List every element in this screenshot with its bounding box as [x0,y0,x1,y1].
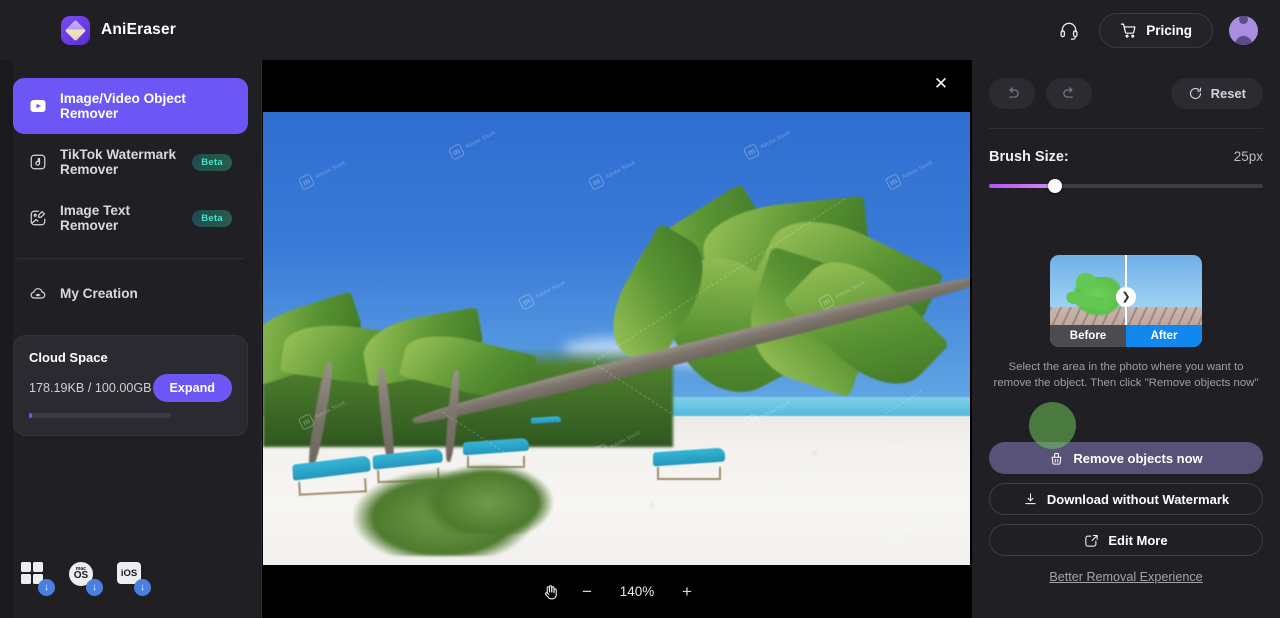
download-badge-icon: ↓ [134,579,151,596]
close-icon[interactable]: ✕ [929,71,953,95]
editor-canvas-area: ✕ m Adobe Stock m Adobe Stock m Adobe St… [262,60,1076,618]
history-controls: Reset [989,78,1263,109]
remove-objects-button[interactable]: Remove objects now [989,442,1263,474]
macos-download-icon[interactable]: mac OS ↓ [69,562,103,596]
before-after-preview[interactable]: Before After ❯ [1050,255,1202,347]
brush-size-slider[interactable] [989,179,1263,193]
cloud-space-usage: 178.19KB / 100.00GB [29,381,152,395]
edit-more-button[interactable]: Edit More [989,524,1263,556]
sidebar-item-image-video-object-remover[interactable]: Image/Video Object Remover [13,78,248,134]
cart-icon [1120,22,1137,39]
pricing-button[interactable]: Pricing [1099,12,1213,48]
brush-size-row: Brush Size: 25px [989,149,1263,165]
brand: AniEraser [61,15,177,45]
download-links: ↓ mac OS ↓ iOS ↓ [13,562,248,618]
top-bar: AniEraser Pricing [0,0,1280,60]
app-body: Image/Video Object Remover TikTok Waterm… [0,60,1280,618]
edit-square-icon [1084,533,1099,548]
beta-badge: Beta [192,153,232,171]
music-note-icon [29,153,47,171]
sidebar-item-label: Image/Video Object Remover [60,91,186,121]
sidebar-divider [17,258,244,259]
zoom-toolbar: − 140% + [262,565,972,618]
preview-before: Before [1050,255,1126,347]
download-badge-icon: ↓ [38,579,55,596]
preview-caption: Select the area in the photo where you w… [993,361,1259,390]
download-badge-icon: ↓ [86,579,103,596]
top-bar-actions: Pricing [1055,12,1258,48]
action-buttons: Remove objects now Download without Wate… [989,442,1263,618]
sidebar-item-label: My Creation [60,285,138,301]
chevron-right-icon[interactable]: ❯ [1116,287,1136,307]
macos-label-big: OS [73,570,89,582]
reset-icon [1188,86,1203,101]
brush-size-value: 25px [1233,149,1263,164]
download-without-watermark-button[interactable]: Download without Watermark [989,483,1263,515]
slider-fill [989,184,1055,188]
preview-before-label: Before [1050,325,1126,347]
zoom-out-button[interactable]: − [582,583,592,600]
eraser-brush-icon [1049,451,1064,466]
edit-more-label: Edit More [1108,532,1168,548]
panel-divider [989,128,1263,129]
beta-badge: Beta [192,209,232,227]
download-icon [1023,492,1038,507]
undo-button[interactable] [989,78,1035,109]
redo-icon [1061,85,1078,102]
cloud-space-progress [29,413,171,418]
sidebar-item-my-creation[interactable]: My Creation [13,265,248,321]
eraser-logo-icon [61,15,90,45]
anieraser-app: AniEraser Pricing Image/Video Object Rem… [0,0,1280,618]
remove-objects-label: Remove objects now [1073,450,1203,466]
expand-button[interactable]: Expand [152,374,232,402]
slider-thumb[interactable] [1047,179,1062,193]
sidebar: Image/Video Object Remover TikTok Waterm… [0,60,262,618]
cloud-space-progress-fill [29,413,32,418]
editing-photo[interactable]: m Adobe Stock m Adobe Stock m Adobe Stoc… [263,112,970,565]
reset-label: Reset [1210,86,1246,101]
video-play-icon [29,97,47,115]
zoom-in-button[interactable]: + [682,583,692,600]
image-text-icon [29,209,47,227]
hand-pan-icon[interactable] [542,583,560,601]
reset-button[interactable]: Reset [1170,78,1263,109]
undo-icon [1004,85,1021,102]
redo-button[interactable] [1046,78,1092,109]
zoom-level-value: 140% [619,584,655,599]
brand-name: AniEraser [101,21,177,38]
ios-download-icon[interactable]: iOS ↓ [117,562,151,596]
better-removal-experience-link[interactable]: Better Removal Experience [989,570,1263,584]
cloud-creation-icon [29,284,47,302]
sidebar-item-label: TikTok Watermark Remover [60,147,177,177]
sidebar-item-image-text-remover[interactable]: Image Text Remover Beta [13,190,248,246]
before-after-preview-wrap: Before After ❯ [989,255,1263,347]
sidebar-nav: Image/Video Object Remover TikTok Waterm… [13,60,248,321]
sidebar-item-tiktok-watermark-remover[interactable]: TikTok Watermark Remover Beta [13,134,248,190]
pricing-label: Pricing [1146,22,1192,38]
windows-download-icon[interactable]: ↓ [21,562,55,596]
preview-highlighted-object [1072,273,1120,317]
download-label: Download without Watermark [1046,491,1230,507]
preview-after-label: After [1126,325,1202,347]
tools-panel: Reset Brush Size: 25px Before After ❯ Se… [972,60,1280,618]
sidebar-edge-strip [0,60,13,618]
sidebar-item-label: Image Text Remover [60,203,131,233]
cloud-space-card: Cloud Space 178.19KB / 100.00GB Expand [13,335,248,436]
cloud-space-title: Cloud Space [29,350,108,365]
brush-size-label: Brush Size: [989,149,1069,165]
headset-icon[interactable] [1055,16,1083,44]
preview-after: After [1126,255,1202,347]
user-avatar-icon[interactable] [1229,15,1258,45]
